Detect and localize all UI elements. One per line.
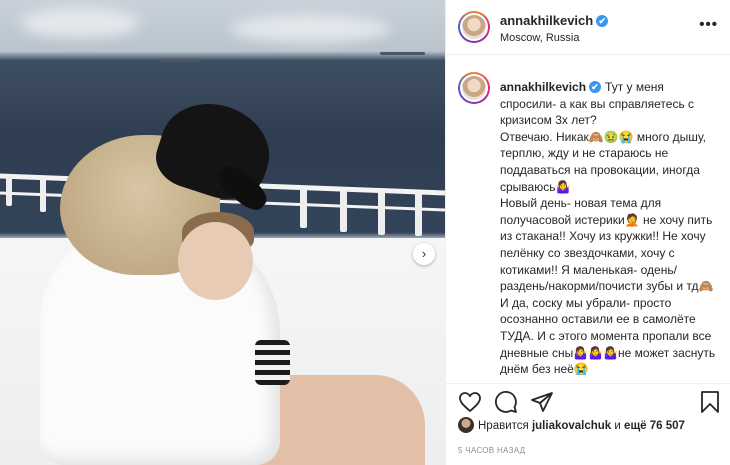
- island: [160, 59, 200, 62]
- action-bar: [446, 383, 730, 417]
- avatar-image: [460, 13, 488, 41]
- header-username[interactable]: annakhilkevich ✔: [500, 13, 609, 28]
- caption-block: annakhilkevich ✔ Тут у меня спросили- а ка…: [458, 72, 720, 375]
- likes-count[interactable]: ещё 76 507: [624, 420, 685, 432]
- caption-username[interactable]: annakhilkevich ✔: [500, 80, 602, 94]
- bookmark-icon[interactable]: [698, 390, 722, 414]
- comment-icon[interactable]: [494, 390, 518, 414]
- verified-badge-icon: ✔: [596, 15, 609, 27]
- avatar-image: [460, 74, 488, 102]
- liker-username[interactable]: juliakovalchuk: [532, 420, 611, 432]
- post-timestamp[interactable]: 5 ЧАСОВ НАЗАД: [458, 446, 525, 455]
- post-photo[interactable]: ›: [0, 0, 445, 465]
- liker-avatar[interactable]: [458, 417, 474, 433]
- caption-text: annakhilkevich ✔ Тут у меня спросили- а ка…: [500, 79, 720, 375]
- username-text[interactable]: annakhilkevich: [500, 80, 586, 94]
- caption-avatar[interactable]: [458, 72, 490, 104]
- caption-body: Тут у меня спросили- а как вы справляете…: [500, 80, 716, 375]
- likes-and: и: [611, 420, 625, 432]
- heart-icon[interactable]: [458, 390, 482, 414]
- cloud: [20, 8, 140, 38]
- post-side-panel: annakhilkevich ✔ Moscow, Russia ••• annak…: [445, 0, 730, 465]
- island: [380, 52, 425, 55]
- username-text[interactable]: annakhilkevich: [500, 13, 593, 28]
- location-link[interactable]: Moscow, Russia: [500, 32, 579, 44]
- post-header: annakhilkevich ✔ Moscow, Russia •••: [446, 0, 730, 55]
- carousel-next-button[interactable]: ›: [413, 243, 435, 265]
- more-options-button[interactable]: •••: [699, 16, 718, 33]
- likes-prefix: Нравится: [478, 420, 532, 432]
- verified-badge-icon: ✔: [589, 81, 602, 93]
- likes-line: Нравится juliakovalchuk и ещё 76 507: [458, 417, 685, 433]
- striped-shirt: [255, 340, 290, 385]
- avatar[interactable]: [458, 11, 490, 43]
- cloud: [230, 15, 390, 43]
- child-face: [178, 222, 253, 300]
- share-icon[interactable]: [530, 390, 554, 414]
